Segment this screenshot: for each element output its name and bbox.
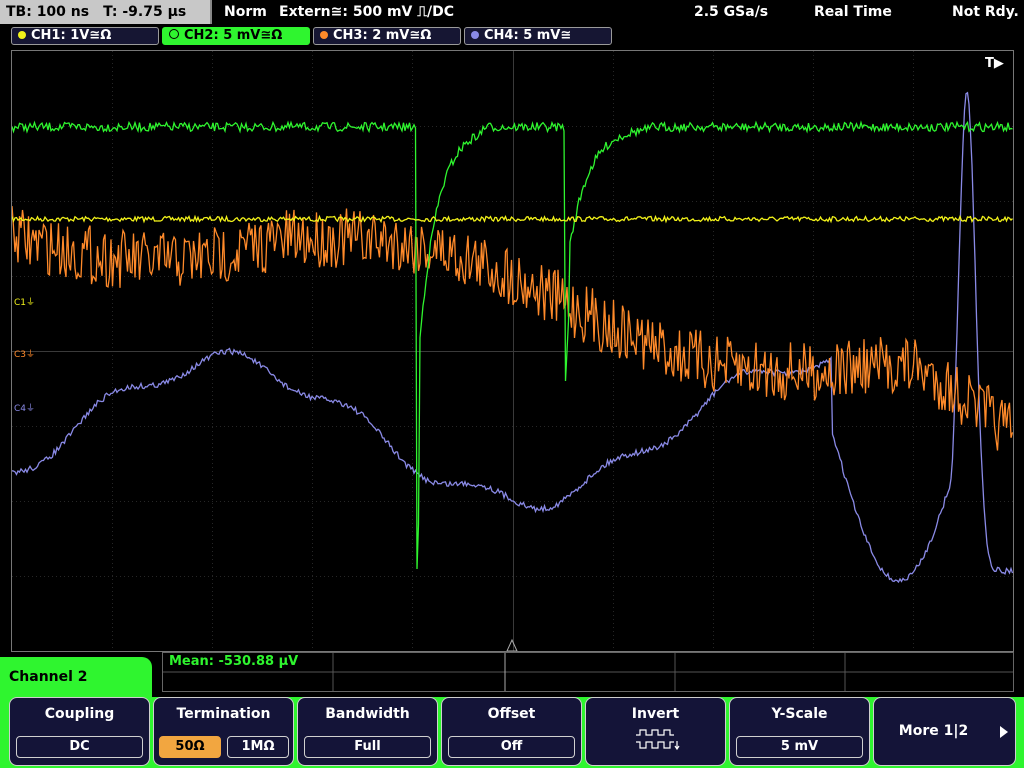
more-label: More 1|2 [898,723,969,739]
trigger-level-marker[interactable]: T▶ [985,56,1004,71]
mean-measurement: Mean: -530.88 µV [169,654,299,669]
active-channel-label: Channel 2 [0,657,152,697]
invert-softkey[interactable]: Invert [585,697,726,766]
trigger-mode[interactable]: Norm [224,0,267,24]
ch3-label: CH3: 2 mV≅Ω [333,28,432,43]
measurement-panel: Mean: -530.88 µV [162,652,1014,692]
termination-1mohm-option[interactable]: 1MΩ [227,736,289,758]
yscale-label: Y-Scale [771,706,828,722]
ch2-label: CH2: 5 mV≅Ω [184,28,283,43]
coupling-softkey[interactable]: Coupling DC [9,697,150,766]
timebase-readout: TB: 100 ns [6,4,90,20]
ch1-label: CH1: 1V≅Ω [31,28,112,43]
termination-softkey[interactable]: Termination 50Ω 1MΩ [153,697,294,766]
tab-ch2[interactable]: CH2: 5 mV≅Ω [162,27,310,45]
bandwidth-softkey[interactable]: Bandwidth Full [297,697,438,766]
ch3-trace [12,206,1013,451]
ch4-dot-icon [471,31,479,39]
tab-ch4[interactable]: CH4: 5 mV≅ [464,27,612,45]
ready-status: Not Rdy. [952,4,1019,20]
yscale-softkey[interactable]: Y-Scale 5 mV [729,697,870,766]
waveform-canvas: C1⏚ C3⏚ C4⏚ T▶ [12,51,1013,651]
chevron-right-icon [1000,726,1008,738]
yscale-value[interactable]: 5 mV [736,736,863,758]
trigger-time-readout: T: -9.75 µs [103,4,187,20]
trigger-source[interactable]: Extern≅: 500 mV ⎍/DC [279,0,454,24]
more-softkey[interactable]: More 1|2 [873,697,1016,766]
offset-value[interactable]: Off [448,736,575,758]
bandwidth-label: Bandwidth [325,706,410,722]
trigger-position-icon[interactable] [506,638,518,651]
c4-marker[interactable]: C4⏚ [14,403,35,414]
acquisition-mode[interactable]: Real Time [814,0,892,24]
termination-label: Termination [176,706,271,722]
offset-label: Offset [487,706,536,722]
invert-waveform-icon [636,729,680,751]
timebase-panel[interactable]: TB: 100 ns T: -9.75 µs [0,0,212,24]
termination-50ohm-option[interactable]: 50Ω [159,736,221,758]
ch3-dot-icon [320,31,328,39]
ch1-trace [12,214,1013,224]
invert-label: Invert [631,706,680,722]
ch2-trace [12,120,1013,570]
ch2-dot-icon [169,29,179,39]
ch1-dot-icon [18,31,26,39]
ch4-label: CH4: 5 mV≅ [484,28,572,43]
tab-ch3[interactable]: CH3: 2 mV≅Ω [313,27,461,45]
bandwidth-value[interactable]: Full [304,736,431,758]
coupling-label: Coupling [44,706,115,722]
sample-rate[interactable]: 2.5 GSa/s [694,0,768,24]
c3-marker[interactable]: C3⏚ [14,349,35,360]
coupling-value[interactable]: DC [16,736,143,758]
c1-marker[interactable]: C1⏚ [14,297,35,308]
offset-softkey[interactable]: Offset Off [441,697,582,766]
tab-ch1[interactable]: CH1: 1V≅Ω [11,27,159,45]
status-bar: TB: 100 ns T: -9.75 µs Norm Extern≅: 500 … [0,0,1024,26]
ch4-trace [12,91,1013,584]
waveform-display[interactable]: C1⏚ C3⏚ C4⏚ T▶ [11,50,1014,652]
graticule [12,51,1013,651]
